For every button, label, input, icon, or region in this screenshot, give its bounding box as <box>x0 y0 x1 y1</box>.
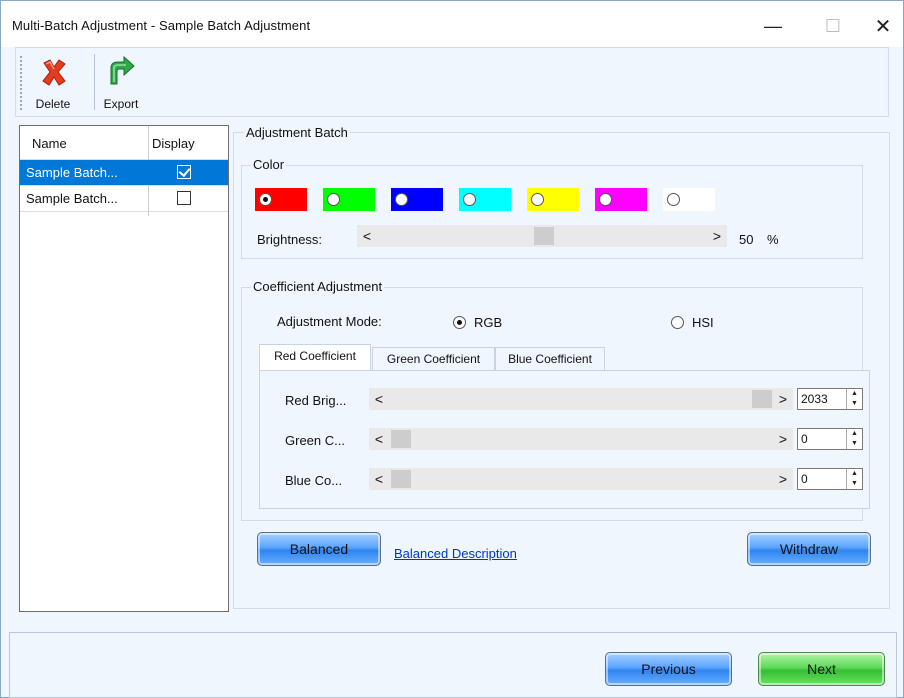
slider-right-arrow[interactable]: > <box>709 227 725 245</box>
swatch-magenta[interactable] <box>595 188 647 211</box>
spin-down-icon[interactable]: ▼ <box>847 399 862 409</box>
spin-up-icon[interactable]: ▲ <box>847 429 862 439</box>
mode-hsi-label[interactable]: HSI <box>692 315 714 330</box>
mode-hsi-radio[interactable] <box>671 316 684 329</box>
swatch-white[interactable] <box>663 188 715 211</box>
swatch-radio[interactable] <box>531 193 544 206</box>
blue-coefficient-label: Blue Co... <box>285 473 343 488</box>
blue-coefficient-spinbox[interactable]: 0 ▲ ▼ <box>797 468 863 490</box>
adjustment-batch-title: Adjustment Batch <box>244 125 350 140</box>
batch-name: Sample Batch... <box>26 165 118 180</box>
maximize-button[interactable]: ☐ <box>813 11 853 41</box>
withdraw-button[interactable]: Withdraw <box>747 532 871 566</box>
swatch-blue[interactable] <box>391 188 443 211</box>
spin-up-icon[interactable]: ▲ <box>847 389 862 399</box>
column-header-name[interactable]: Name <box>32 136 67 151</box>
swatch-green[interactable] <box>323 188 375 211</box>
tab-green-coefficient[interactable]: Green Coefficient <box>372 347 495 371</box>
slider-right-arrow[interactable]: > <box>775 430 791 448</box>
slider-right-arrow[interactable]: > <box>775 390 791 408</box>
slider-left-arrow[interactable]: < <box>359 227 375 245</box>
minimize-button[interactable]: — <box>753 11 793 41</box>
red-brightness-slider[interactable]: < > <box>369 388 793 410</box>
delete-label: Delete <box>35 97 71 111</box>
batch-row[interactable]: Sample Batch... <box>20 186 228 212</box>
title-bar: Multi-Batch Adjustment - Sample Batch Ad… <box>1 1 903 47</box>
brightness-label: Brightness: <box>257 232 323 247</box>
batch-name: Sample Batch... <box>26 191 118 206</box>
balanced-button[interactable]: Balanced <box>257 532 381 566</box>
window-title: Multi-Batch Adjustment - Sample Batch Ad… <box>12 18 311 33</box>
slider-thumb[interactable] <box>391 470 411 488</box>
spin-down-icon[interactable]: ▼ <box>847 479 862 489</box>
batch-list-header: Name Display <box>20 126 228 160</box>
mode-rgb-label[interactable]: RGB <box>474 315 502 330</box>
swatch-radio[interactable] <box>667 193 680 206</box>
export-label: Export <box>103 97 139 111</box>
swatch-radio[interactable] <box>259 193 272 206</box>
slider-left-arrow[interactable]: < <box>371 430 387 448</box>
slider-thumb[interactable] <box>391 430 411 448</box>
display-checkbox[interactable] <box>177 165 191 179</box>
coefficient-group-title: Coefficient Adjustment <box>251 279 385 294</box>
red-brightness-spinbox[interactable]: 2033 ▲ ▼ <box>797 388 863 410</box>
export-icon <box>110 56 135 85</box>
app-window: Multi-Batch Adjustment - Sample Batch Ad… <box>0 0 904 698</box>
swatch-radio[interactable] <box>599 193 612 206</box>
green-coefficient-slider[interactable]: < > <box>369 428 793 450</box>
tab-blue-coefficient[interactable]: Blue Coefficient <box>495 347 605 371</box>
swatch-yellow[interactable] <box>527 188 579 211</box>
slider-left-arrow[interactable]: < <box>371 390 387 408</box>
swatch-red[interactable] <box>255 188 307 211</box>
close-button[interactable]: ✕ <box>863 11 903 41</box>
green-coefficient-spinbox[interactable]: 0 ▲ ▼ <box>797 428 863 450</box>
spin-up-icon[interactable]: ▲ <box>847 469 862 479</box>
slider-thumb[interactable] <box>752 390 772 408</box>
display-checkbox[interactable] <box>177 191 191 205</box>
spinbox-value[interactable]: 0 <box>801 432 808 446</box>
toolbar-grip[interactable] <box>20 56 22 110</box>
balanced-description-link[interactable]: Balanced Description <box>394 546 517 561</box>
previous-button[interactable]: Previous <box>605 652 732 686</box>
red-brightness-label: Red Brig... <box>285 393 347 408</box>
spinbox-value[interactable]: 0 <box>801 472 808 486</box>
delete-icon <box>42 59 66 86</box>
slider-left-arrow[interactable]: < <box>371 470 387 488</box>
swatch-cyan[interactable] <box>459 188 511 211</box>
slider-right-arrow[interactable]: > <box>775 470 791 488</box>
brightness-value: 50 <box>739 232 754 247</box>
column-header-display[interactable]: Display <box>152 136 195 151</box>
adjustment-mode-label: Adjustment Mode: <box>277 314 382 329</box>
toolbar-separator <box>94 54 95 110</box>
toolbar: Delete Export <box>15 47 889 117</box>
brightness-slider[interactable]: < > <box>357 225 727 247</box>
blue-coefficient-slider[interactable]: < > <box>369 468 793 490</box>
color-group-title: Color <box>251 157 287 172</box>
swatch-radio[interactable] <box>327 193 340 206</box>
spin-down-icon[interactable]: ▼ <box>847 439 862 449</box>
batch-row[interactable]: Sample Batch... <box>20 160 228 186</box>
tab-red-coefficient[interactable]: Red Coefficient <box>259 344 371 371</box>
mode-rgb-radio[interactable] <box>453 316 466 329</box>
swatch-radio[interactable] <box>463 193 476 206</box>
green-coefficient-label: Green C... <box>285 433 345 448</box>
swatch-radio[interactable] <box>395 193 408 206</box>
slider-thumb[interactable] <box>534 227 554 245</box>
next-button[interactable]: Next <box>758 652 885 686</box>
brightness-unit: % <box>767 232 779 247</box>
spinbox-value[interactable]: 2033 <box>801 392 828 406</box>
batch-list: Name Display Sample Batch... Sample Batc… <box>19 125 229 612</box>
export-button[interactable]: Export <box>96 52 146 114</box>
delete-button[interactable]: Delete <box>28 52 78 114</box>
